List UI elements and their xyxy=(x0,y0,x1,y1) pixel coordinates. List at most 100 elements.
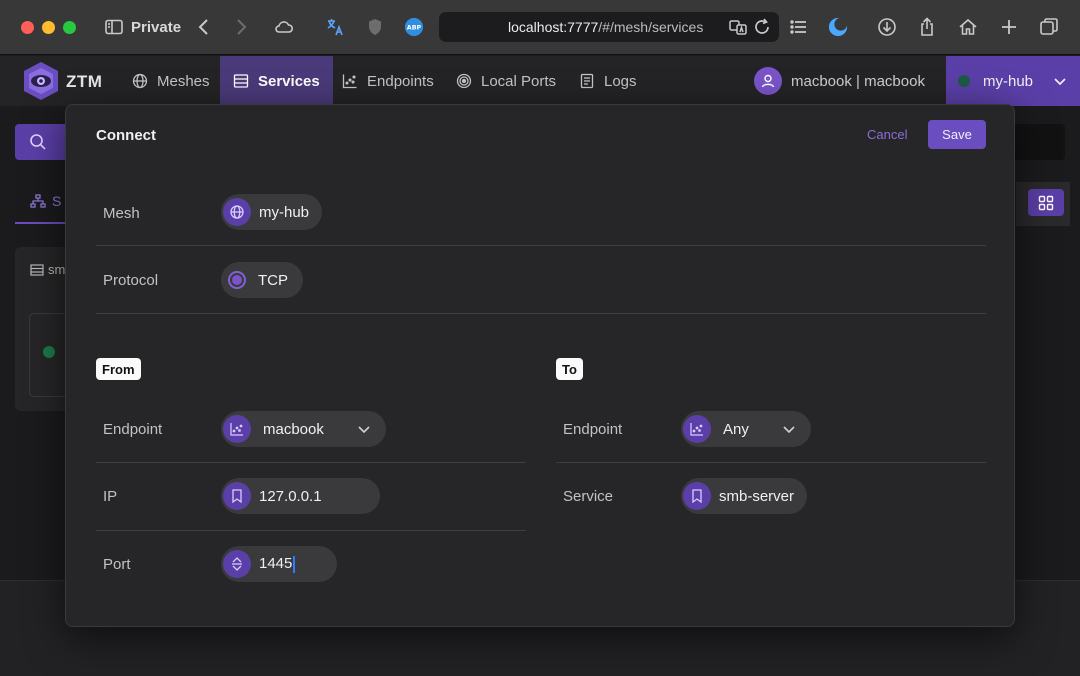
port-input[interactable]: 1445 xyxy=(221,546,337,582)
divider xyxy=(96,313,986,314)
save-button[interactable]: Save xyxy=(928,120,986,149)
nav-logs-label: Logs xyxy=(604,72,637,90)
nav-services-label: Services xyxy=(258,72,320,90)
address-bar[interactable]: localhost:7777/#/mesh/services xyxy=(439,12,779,42)
background-card-label: sm xyxy=(30,262,65,277)
downloads-icon[interactable] xyxy=(876,16,898,38)
hub-selector[interactable]: my-hub xyxy=(946,56,1080,106)
grid-icon xyxy=(1038,195,1054,210)
nav-services[interactable]: Services xyxy=(220,56,333,106)
scatter-icon xyxy=(683,415,711,443)
home-icon[interactable] xyxy=(957,16,979,38)
service-selector[interactable]: smb-server xyxy=(681,478,807,514)
to-endpoint-label: Endpoint xyxy=(563,421,623,438)
nav-meshes-label: Meshes xyxy=(157,72,210,90)
chevron-down-icon xyxy=(356,421,372,437)
reload-icon[interactable] xyxy=(752,17,772,37)
nav-local-ports[interactable]: Local Ports xyxy=(456,56,556,106)
user-icon xyxy=(761,74,775,88)
minimize-window-button[interactable] xyxy=(42,20,55,34)
extension-moon-icon[interactable] xyxy=(827,16,849,38)
private-label: Private xyxy=(131,19,182,36)
radio-selected-icon xyxy=(228,271,246,289)
grid-view-button[interactable] xyxy=(1028,189,1064,216)
port-label: Port xyxy=(103,556,131,573)
protocol-label: Protocol xyxy=(103,272,159,289)
background-status-dot xyxy=(43,346,55,358)
nav-local-ports-label: Local Ports xyxy=(481,72,557,90)
share-icon[interactable] xyxy=(916,16,938,38)
bookmark-icon xyxy=(223,482,251,510)
port-value: 1445 xyxy=(259,555,296,573)
to-endpoint-value: Any xyxy=(723,420,749,438)
service-value: smb-server xyxy=(719,487,795,505)
globe-icon xyxy=(223,198,251,226)
chevron-down-icon xyxy=(781,421,797,437)
svg-text:ABP: ABP xyxy=(407,25,422,32)
list-icon xyxy=(30,263,44,276)
close-window-button[interactable] xyxy=(21,20,34,34)
app-logo-text: ZTM xyxy=(66,72,103,91)
from-endpoint-value: macbook xyxy=(263,420,324,438)
divider xyxy=(556,462,986,463)
target-icon xyxy=(456,73,472,89)
protocol-option-tcp[interactable]: TCP xyxy=(221,262,303,298)
nav-logs[interactable]: Logs xyxy=(579,56,637,106)
tab-overview-icon[interactable] xyxy=(1038,16,1060,38)
sitemap-icon xyxy=(30,194,46,208)
connect-dialog: Connect Cancel Save Mesh my-hub Protocol… xyxy=(65,104,1015,627)
mesh-selector[interactable]: my-hub xyxy=(221,194,322,230)
nav-endpoints[interactable]: Endpoints xyxy=(342,56,434,106)
mesh-label: Mesh xyxy=(103,205,140,222)
from-endpoint-select[interactable]: macbook xyxy=(221,411,386,447)
zoom-window-button[interactable] xyxy=(63,20,76,34)
document-icon xyxy=(580,73,594,89)
back-icon[interactable] xyxy=(193,16,215,38)
cloud-icon[interactable] xyxy=(273,16,295,38)
cancel-button[interactable]: Cancel xyxy=(867,127,907,142)
ztm-logo-icon xyxy=(24,62,58,100)
stepper-icon xyxy=(223,550,251,578)
nav-endpoints-label: Endpoints xyxy=(367,72,434,90)
sidebar-toggle-icon[interactable] xyxy=(103,16,125,38)
from-endpoint-label: Endpoint xyxy=(103,421,163,438)
globe-icon xyxy=(132,73,148,89)
avatar xyxy=(754,67,782,95)
hub-status-dot xyxy=(958,75,970,87)
user-menu[interactable]: macbook | macbook xyxy=(754,67,925,95)
user-label: macbook | macbook xyxy=(791,72,925,90)
ip-input[interactable]: 127.0.0.1 xyxy=(221,478,380,514)
hub-label: my-hub xyxy=(983,72,1034,90)
service-label: Service xyxy=(563,488,614,505)
browser-toolbar: Private ABP localhost:7777/#/mesh/servic… xyxy=(0,0,1080,55)
divider xyxy=(96,245,986,246)
url-text: localhost:7777/#/mesh/services xyxy=(508,19,704,35)
background-tab: S xyxy=(15,180,70,224)
divider xyxy=(96,462,526,463)
app-header: ZTM Meshes Services Endpoints Local Port… xyxy=(0,56,1080,106)
from-heading: From xyxy=(96,358,141,380)
scatter-icon xyxy=(342,74,357,89)
adblock-icon[interactable]: ABP xyxy=(403,16,425,38)
ip-label: IP xyxy=(103,488,118,505)
list-icon xyxy=(233,74,249,88)
text-caret xyxy=(293,555,296,573)
translate-icon[interactable] xyxy=(324,16,346,38)
new-tab-icon[interactable] xyxy=(998,16,1020,38)
protocol-value: TCP xyxy=(258,271,288,289)
mesh-value: my-hub xyxy=(259,203,310,221)
to-endpoint-select[interactable]: Any xyxy=(681,411,811,447)
translate-page-icon[interactable] xyxy=(728,17,748,37)
window-controls xyxy=(21,20,76,34)
forward-icon[interactable] xyxy=(230,16,252,38)
scatter-icon xyxy=(223,415,251,443)
search-icon xyxy=(30,134,46,150)
reader-list-icon[interactable] xyxy=(788,16,810,38)
nav-meshes[interactable]: Meshes xyxy=(132,56,210,106)
shield-icon[interactable] xyxy=(364,16,386,38)
dialog-title: Connect xyxy=(96,127,156,144)
divider xyxy=(96,530,526,531)
ip-value: 127.0.0.1 xyxy=(259,487,322,505)
chevron-down-icon xyxy=(1054,78,1066,86)
to-heading: To xyxy=(556,358,583,380)
